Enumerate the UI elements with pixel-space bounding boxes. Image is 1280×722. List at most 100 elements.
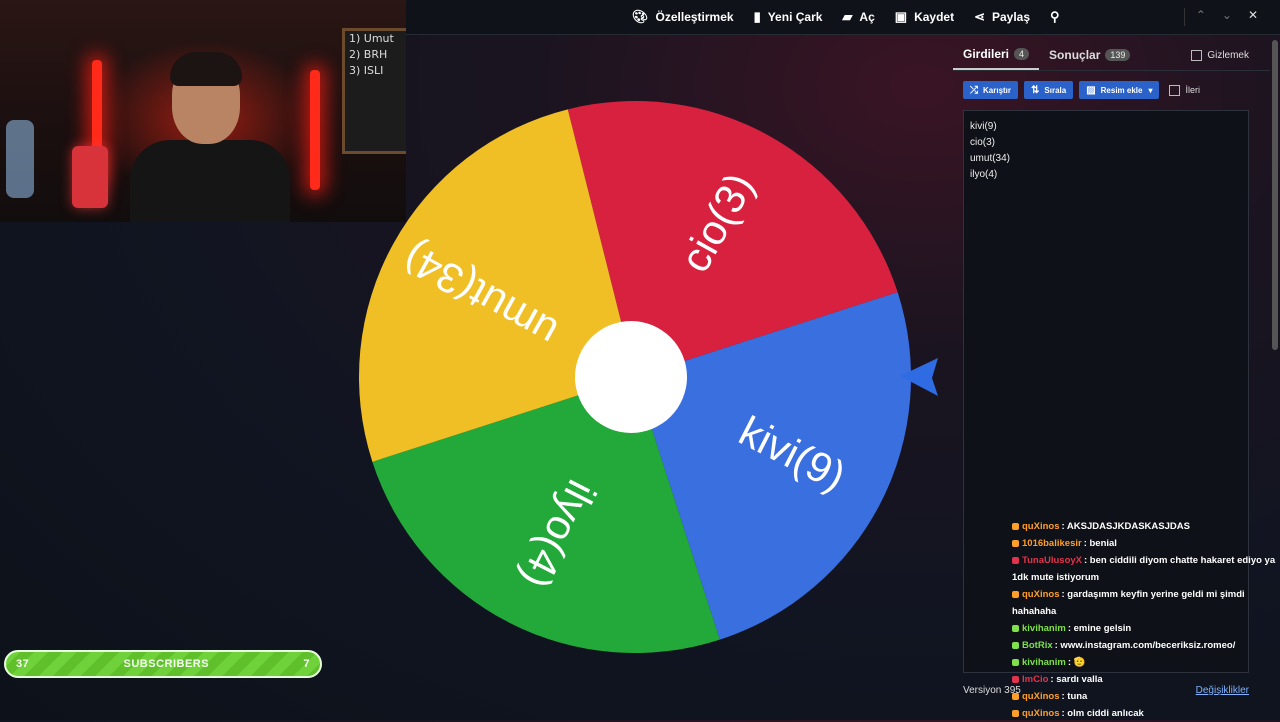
chat-badge-icon: [1012, 675, 1019, 683]
board-line: 3) ISLI: [349, 64, 384, 77]
chat-badge-icon: [1012, 641, 1019, 649]
streamer-hair: [170, 52, 242, 86]
chat-text: : benial: [1083, 538, 1117, 549]
chat-username: quXinos: [1022, 521, 1060, 532]
palette-icon: 🎨︎: [632, 9, 649, 24]
search-icon: ⚲: [1050, 9, 1060, 24]
entry-line: umut(34): [970, 153, 1011, 164]
chat-message: BotRix: www.instagram.com/beceriksiz.rom…: [1012, 637, 1280, 654]
sort-label: Sırala: [1044, 85, 1067, 95]
toolbar-menu: 🎨︎ Özelleştirmek ▮ Yeni Çark ▰ Aç ▣ Kayd…: [632, 9, 1087, 25]
shuffle-label: Karıştır: [983, 85, 1012, 95]
neon-light-right: [310, 70, 320, 190]
chat-username: quXinos: [1022, 691, 1060, 702]
hide-label: Gizlemek: [1207, 50, 1249, 61]
chat-text: : www.instagram.com/beceriksiz.romeo/: [1054, 640, 1236, 651]
tab-results-label: Sonuçlar: [1049, 48, 1101, 62]
window-controls: ⌃ ⌄ ✕: [1196, 8, 1258, 22]
chat-username: kivihanim: [1022, 657, 1066, 668]
hide-checkbox[interactable]: [1191, 50, 1203, 61]
subscriber-goal-bar: 37 SUBSCRIBERS 7: [4, 650, 322, 678]
page-scrollbar[interactable]: [1272, 40, 1278, 350]
advanced-toggle[interactable]: İleri: [1169, 84, 1200, 96]
open-label: Aç: [859, 10, 875, 24]
shuffle-button[interactable]: ⤮ Karıştır: [963, 81, 1019, 99]
chat-text: : AKSJDASJKDASKASJDAS: [1061, 521, 1190, 532]
chat-text: : 🫡: [1067, 657, 1086, 668]
chat-username: TunaUlusoyX: [1022, 555, 1082, 566]
chat-message: quXinos: olm ciddi anlıcak: [1012, 705, 1280, 722]
board-line: 2) BRH: [349, 48, 388, 61]
new-wheel-button[interactable]: ▮ Yeni Çark: [754, 9, 823, 25]
sort-button[interactable]: ⇅ Sırala: [1024, 81, 1074, 99]
folder-open-icon: ▰: [842, 9, 853, 24]
save-label: Kaydet: [914, 10, 955, 24]
tab-entries[interactable]: Girdileri 4: [953, 40, 1040, 70]
chat-message: kivihanim: emine gelsin: [1012, 620, 1280, 637]
chat-badge-icon: [1012, 539, 1019, 547]
share-button[interactable]: ⋖ Paylaş: [974, 9, 1030, 25]
chat-message: 1016balikesir: benial: [1012, 535, 1280, 552]
chat-message: quXinos: AKSJDASJKDASKASJDAS: [1012, 518, 1280, 535]
stream-chat: quXinos: AKSJDASJKDASKASJDAS 1016balikesi…: [1012, 518, 1280, 722]
lamp: [72, 146, 108, 208]
entries-count-badge: 4: [1014, 48, 1030, 60]
subscriber-current: 37: [16, 658, 30, 670]
webcam-overlay: 1) Umut 2) BRH 3) ISLI: [0, 0, 406, 222]
streamer-body: [130, 140, 290, 222]
add-image-label: Resim ekle: [1100, 85, 1143, 95]
chat-text: : tuna: [1061, 691, 1088, 702]
chat-badge-icon: [1012, 624, 1019, 632]
chat-message: kivihanim: 🫡: [1012, 654, 1280, 671]
water-bottle: [6, 120, 34, 198]
chat-text: : olm ciddi anlıcak: [1061, 708, 1144, 719]
chat-username: BotRix: [1022, 640, 1053, 651]
chat-text: : sardı valla: [1050, 674, 1103, 685]
tab-entries-label: Girdileri: [963, 47, 1010, 61]
chat-badge-icon: [1012, 522, 1019, 530]
entry-line: cio(3): [970, 137, 996, 148]
hide-toggle[interactable]: Gizlemek: [1191, 50, 1249, 61]
chat-username: 1016balikesir: [1022, 538, 1082, 549]
open-button[interactable]: ▰ Aç: [842, 9, 874, 25]
advanced-label: İleri: [1185, 85, 1200, 95]
sort-icon: ⇅: [1031, 84, 1040, 96]
chat-badge-icon: [1012, 590, 1019, 598]
chat-badge-icon: [1012, 556, 1019, 564]
save-icon: ▣: [894, 9, 908, 24]
wheel-center-hub[interactable]: [575, 321, 687, 433]
customize-label: Özelleştirmek: [655, 10, 734, 24]
chevron-up-icon[interactable]: ⌃: [1196, 8, 1206, 22]
chat-username: quXinos: [1022, 589, 1060, 600]
caret-down-icon: ▾: [1148, 85, 1153, 95]
board-line: 1) Umut: [349, 32, 394, 45]
toolbar-divider: [1184, 8, 1185, 26]
chevron-down-icon[interactable]: ⌄: [1222, 8, 1232, 22]
share-icon: ⋖: [974, 9, 985, 24]
customize-button[interactable]: 🎨︎ Özelleştirmek: [632, 9, 734, 25]
chat-username: quXinos: [1022, 708, 1060, 719]
close-icon[interactable]: ✕: [1248, 8, 1258, 22]
add-image-button[interactable]: ▨ Resim ekle ▾: [1079, 81, 1160, 99]
share-label: Paylaş: [991, 10, 1031, 24]
tab-results[interactable]: Sonuçlar 139: [1039, 40, 1140, 70]
top-toolbar: 🎨︎ Özelleştirmek ▮ Yeni Çark ▰ Aç ▣ Kayd…: [406, 0, 1280, 35]
wheel-pointer-icon: [900, 358, 938, 396]
entry-line: kivi(9): [970, 121, 997, 132]
wheel-svg[interactable]: cio(3)kivi(9)ilyo(4)umut(34): [356, 98, 914, 656]
chat-message: TunaUlusoyX: ben ciddili diyom chatte ha…: [1012, 552, 1280, 586]
advanced-checkbox[interactable]: [1169, 84, 1181, 96]
chat-username: kivihanim: [1022, 623, 1066, 634]
subscriber-goal: 7: [303, 658, 310, 670]
chat-badge-icon: [1012, 692, 1019, 700]
spin-wheel[interactable]: cio(3) kivi(9) ilyo(4) umut(34): [356, 98, 914, 656]
entry-line: ilyo(4): [970, 169, 998, 180]
new-wheel-label: Yeni Çark: [767, 10, 823, 24]
entry-actions: ⤮ Karıştır ⇅ Sırala ▨ Resim ekle ▾ İleri: [963, 81, 1270, 99]
search-button[interactable]: ⚲: [1050, 9, 1067, 25]
image-icon: ▨: [1086, 84, 1096, 96]
chat-badge-icon: [1012, 709, 1019, 717]
chat-badge-icon: [1012, 658, 1019, 666]
shuffle-icon: ⤮: [970, 84, 978, 96]
save-button[interactable]: ▣ Kaydet: [895, 9, 954, 25]
